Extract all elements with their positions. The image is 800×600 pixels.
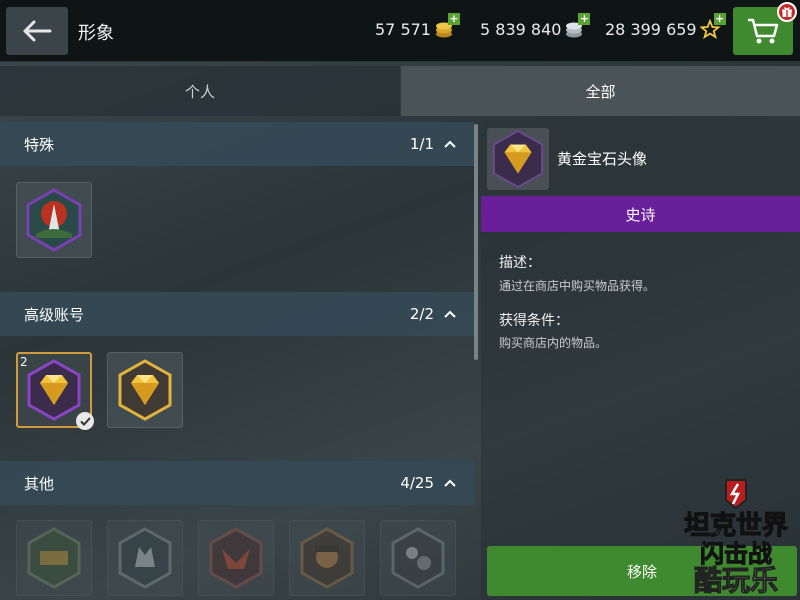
top-bar: 形象 57 571 + 5 839 840 + 28 399 659 +: [0, 0, 800, 62]
rarity-bar: 史诗: [481, 196, 800, 232]
gift-icon[interactable]: [777, 2, 797, 22]
rocket-emblem-icon: [26, 188, 82, 252]
avatar-slot-special[interactable]: [16, 182, 92, 258]
arrow-left-icon: [23, 20, 52, 42]
description-text: 通过在商店中购买物品获得。: [499, 279, 656, 293]
free-xp-balance[interactable]: 28 399 659 +: [605, 13, 726, 40]
gold-coins-icon: +: [434, 13, 460, 39]
silver-coins-icon: +: [564, 13, 591, 39]
shop-cart-button[interactable]: [733, 2, 797, 55]
camo-badge-icon: [391, 527, 445, 589]
scrollbar[interactable]: [474, 124, 478, 360]
page-title: 形象: [78, 23, 114, 44]
avatar-slot-other-4[interactable]: [289, 520, 365, 596]
silver-balance[interactable]: 5 839 840 +: [480, 13, 591, 39]
section-title: 特殊: [24, 135, 55, 154]
detail-header: 黄金宝石头像: [481, 120, 800, 196]
silver-amount: 5 839 840: [480, 19, 562, 39]
condition-label: 获得条件：: [499, 313, 569, 329]
section-header-special[interactable]: 特殊 1/1: [0, 122, 474, 166]
wolf-badge-icon: [118, 527, 172, 589]
free-xp-star-icon: +: [698, 13, 726, 40]
detail-avatar: [487, 128, 549, 190]
section-header-premium[interactable]: 高级账号 2/2: [0, 292, 474, 336]
equipped-check-icon: [76, 412, 94, 430]
section-count: 2/2: [409, 305, 434, 323]
gold-balance[interactable]: 57 571 +: [375, 13, 460, 39]
chevron-up-icon: [444, 479, 456, 487]
svg-text:酷玩乐: 酷玩乐: [694, 564, 778, 596]
watermark-logo: 坦克世界 闪击战 酷玩乐: [676, 478, 796, 598]
section-count: 4/25: [400, 474, 434, 492]
back-button[interactable]: [6, 7, 68, 55]
avatar-slot-other-5[interactable]: [380, 520, 456, 596]
tank-badge-icon: [27, 527, 81, 589]
section-count: 1/1: [409, 135, 434, 153]
avatar-name: 黄金宝石头像: [557, 150, 648, 168]
avatar-slot-other-3[interactable]: [198, 520, 274, 596]
section-header-other[interactable]: 其他 4/25: [0, 461, 474, 505]
avatar-category-list: 特殊 1/1 高级账号 2/2 2 其他 4/25: [0, 120, 478, 600]
avatar-slot-gold-gem-gold[interactable]: [107, 352, 183, 428]
gold-gem-icon: [492, 129, 544, 189]
tab-all[interactable]: 全部: [401, 66, 800, 116]
cart-icon: [748, 18, 779, 44]
svg-text:坦克世界: 坦克世界: [684, 511, 788, 541]
gold-amount: 57 571: [375, 19, 431, 39]
gold-gem-icon: [27, 359, 81, 421]
avatar-slot-gold-gem-purple[interactable]: 2: [16, 352, 94, 430]
avatar-slot-other-2[interactable]: [107, 520, 183, 596]
gold-gem-icon: [118, 359, 172, 421]
tab-personal[interactable]: 个人: [0, 66, 400, 116]
condition-text: 购买商店内的物品。: [499, 336, 608, 350]
eagle-badge-icon: [209, 527, 263, 589]
description-label: 描述：: [499, 255, 541, 271]
chevron-up-icon: [444, 310, 456, 318]
avatar-slot-other-1[interactable]: [16, 520, 92, 596]
stack-count-badge: 2: [20, 355, 28, 369]
add-free-xp-icon[interactable]: +: [713, 13, 726, 25]
free-xp-amount: 28 399 659: [605, 19, 697, 39]
add-silver-icon[interactable]: +: [578, 13, 591, 25]
section-title: 其他: [24, 474, 55, 493]
add-gold-icon[interactable]: +: [447, 13, 460, 25]
chevron-up-icon: [444, 140, 456, 148]
soldier-badge-icon: [300, 527, 354, 589]
section-title: 高级账号: [24, 305, 85, 324]
